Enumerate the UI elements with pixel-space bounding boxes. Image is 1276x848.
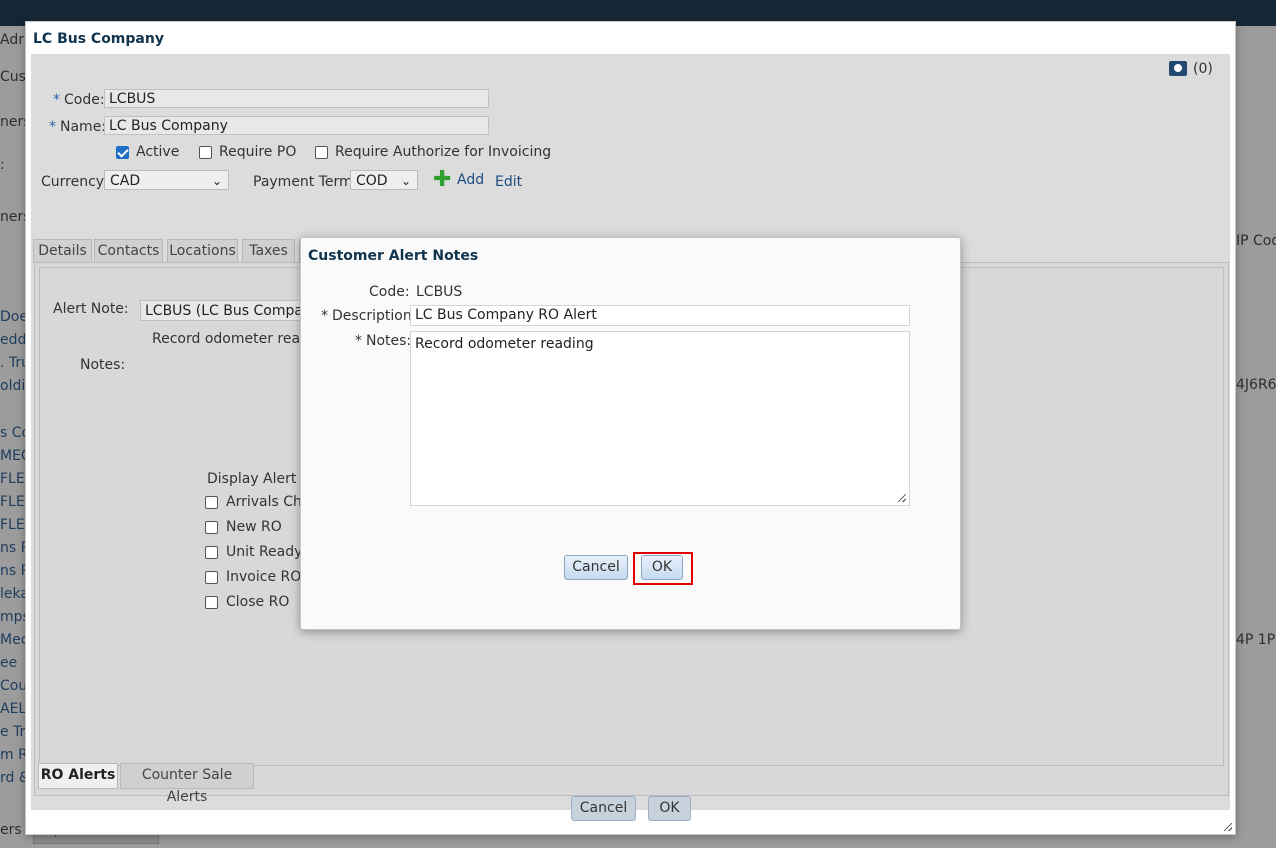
tab-taxes[interactable]: Taxes (242, 239, 295, 263)
chevron-down-icon: ⌄ (400, 174, 411, 188)
required-mark: * (49, 119, 56, 135)
tab-locations[interactable]: Locations (167, 239, 238, 263)
notes-label: Notes: (80, 357, 126, 373)
tab-contacts[interactable]: Contacts (94, 239, 163, 263)
required-mark: * (355, 333, 362, 349)
alert-note-label: Alert Note: (53, 301, 129, 317)
ok-button-highlight (633, 552, 693, 585)
add-label: Add (457, 172, 485, 188)
alert-description-input[interactable]: LC Bus Company RO Alert (410, 305, 910, 326)
edit-link[interactable]: Edit (495, 174, 522, 190)
alert-option-label: New RO (226, 519, 282, 535)
dialog-title: LC Bus Company (33, 31, 164, 47)
alert-cancel-button[interactable]: Cancel (564, 555, 628, 580)
payment-term-label: Payment Term: (253, 174, 358, 190)
textarea-resize-icon[interactable] (898, 494, 906, 502)
alert-note-select[interactable]: LCBUS (LC Bus Company (140, 300, 320, 321)
payment-term-select[interactable]: COD ⌄ (350, 170, 418, 190)
camera-icon[interactable] (1169, 61, 1187, 76)
display-alert-label: Display Alert W (207, 471, 315, 487)
alert-code-value: LCBUS (416, 284, 463, 300)
currency-value: CAD (110, 173, 141, 189)
code-field[interactable]: LCBUS (104, 89, 489, 108)
alert-option-checkbox[interactable] (205, 496, 218, 509)
alert-option-checkbox[interactable] (205, 521, 218, 534)
code-label: Code: (64, 92, 105, 108)
camera-count: (0) (1193, 61, 1213, 77)
alert-option-checkbox[interactable] (205, 571, 218, 584)
alert-notes-textarea[interactable]: Record odometer reading (410, 331, 910, 506)
require-authorize-checkbox[interactable] (315, 146, 328, 159)
alert-notes-text: Record odometer reading (415, 336, 594, 352)
add-button[interactable]: ✚ Add (433, 167, 485, 192)
alert-option-label: Close RO (226, 594, 290, 610)
customer-alert-notes-dialog: Customer Alert Notes Code: LCBUS * Descr… (300, 237, 961, 630)
ok-button[interactable]: OK (648, 796, 691, 821)
alert-option-checkbox[interactable] (205, 546, 218, 559)
alert-option-checkbox[interactable] (205, 596, 218, 609)
alert-option-label: Unit Ready (226, 544, 303, 560)
tab-details[interactable]: Details (33, 239, 92, 263)
tab-counter-sale-alerts[interactable]: Counter Sale Alerts (120, 763, 254, 805)
tab-ro-alerts[interactable]: RO Alerts (38, 763, 118, 789)
currency-label: Currency: (41, 174, 108, 190)
alert-notes-label: Notes: (366, 333, 412, 349)
alert-description-label: Description: (332, 308, 417, 324)
name-field[interactable]: LC Bus Company (104, 116, 489, 135)
require-authorize-label: Require Authorize for Invoicing (335, 144, 552, 160)
name-label: Name: (60, 119, 107, 135)
active-checkbox[interactable] (116, 146, 129, 159)
require-po-checkbox[interactable] (199, 146, 212, 159)
active-label: Active (136, 144, 180, 160)
required-mark: * (321, 308, 328, 324)
alert-option-label: Invoice RO (226, 569, 302, 585)
chevron-down-icon: ⌄ (211, 174, 222, 188)
plus-icon: ✚ (433, 167, 452, 192)
payment-term-value: COD (356, 173, 388, 189)
require-po-label: Require PO (219, 144, 297, 160)
currency-select[interactable]: CAD ⌄ (104, 170, 229, 190)
cancel-button[interactable]: Cancel (571, 796, 636, 821)
alert-dialog-title: Customer Alert Notes (308, 248, 479, 264)
alert-note-text: Record odometer readin (152, 331, 322, 347)
alert-code-label: Code: (369, 284, 410, 300)
resize-grip-icon[interactable] (1224, 823, 1232, 831)
required-mark: * (53, 92, 60, 108)
